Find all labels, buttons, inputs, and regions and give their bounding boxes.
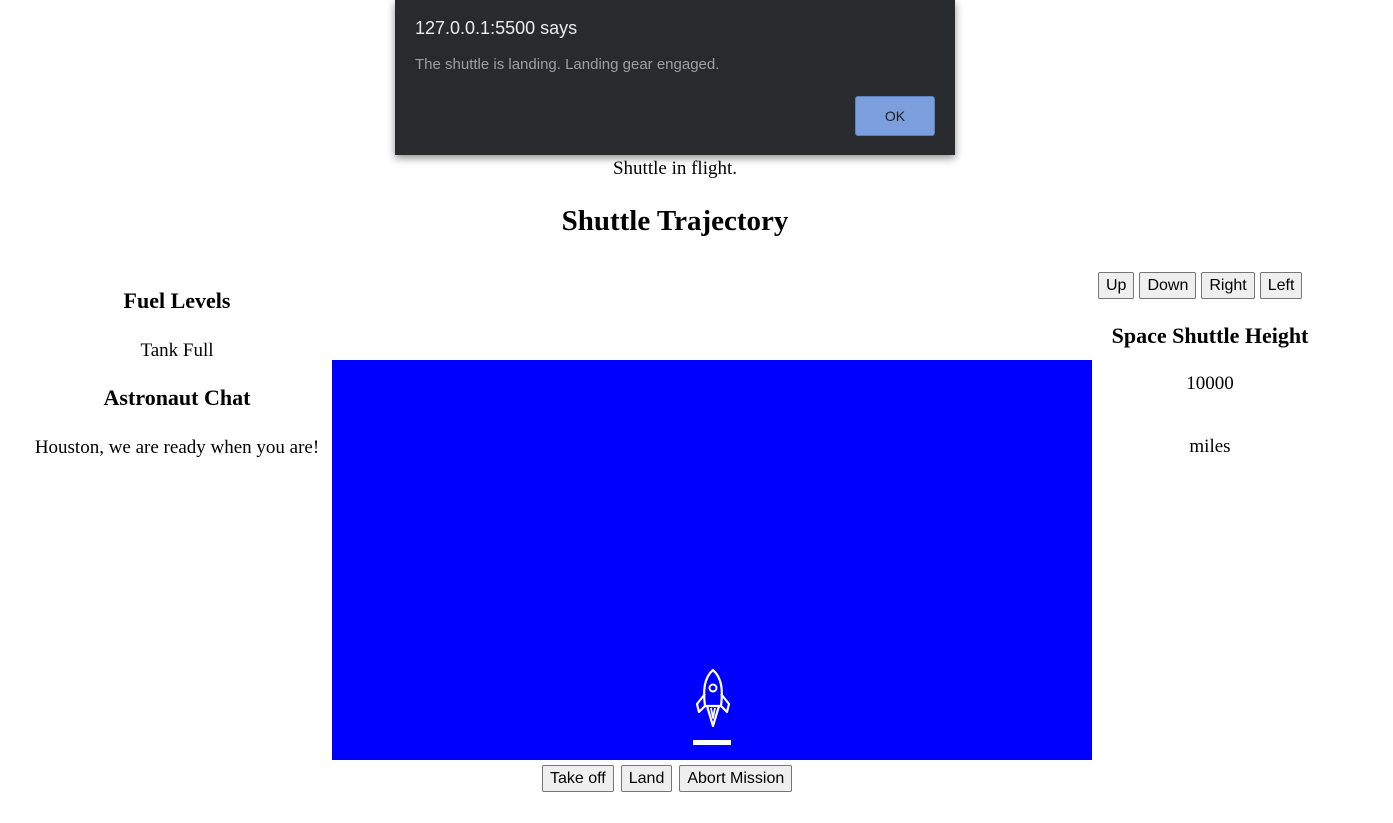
flight-status: Shuttle in flight. bbox=[612, 158, 738, 179]
rocket-icon bbox=[695, 668, 731, 728]
landing-pad bbox=[693, 740, 731, 745]
astronaut-chat-title: Astronaut Chat bbox=[103, 385, 251, 410]
take-off-button[interactable]: Take off bbox=[542, 765, 614, 792]
dialog-message: The shuttle is landing. Landing gear eng… bbox=[415, 56, 720, 73]
page: Shuttle in flight. Shuttle Trajectory Fu… bbox=[0, 0, 1393, 823]
dialog-ok-button[interactable]: OK bbox=[855, 96, 935, 136]
dialog-title: 127.0.0.1:5500 says bbox=[415, 18, 578, 38]
astronaut-chat-message: Houston, we are ready when you are! bbox=[34, 437, 320, 458]
direction-controls: Up Down Right Left bbox=[1097, 272, 1303, 299]
fuel-status: Tank Full bbox=[140, 340, 214, 361]
shuttle-height-value: 10000 bbox=[1186, 373, 1234, 394]
trajectory-title: Shuttle Trajectory bbox=[561, 205, 789, 237]
mission-controls: Take off Land Abort Mission bbox=[541, 765, 794, 792]
alert-dialog: 127.0.0.1:5500 says The shuttle is landi… bbox=[395, 0, 955, 155]
land-button[interactable]: Land bbox=[620, 765, 673, 792]
shuttle-background bbox=[332, 360, 1092, 760]
down-button[interactable]: Down bbox=[1139, 272, 1197, 299]
shuttle-height-title: Space Shuttle Height bbox=[1111, 323, 1309, 348]
shuttle-height-unit: miles bbox=[1189, 436, 1231, 457]
abort-mission-button[interactable]: Abort Mission bbox=[679, 765, 793, 792]
right-button[interactable]: Right bbox=[1201, 272, 1255, 299]
fuel-levels-title: Fuel Levels bbox=[123, 288, 231, 313]
left-button[interactable]: Left bbox=[1259, 272, 1303, 299]
up-button[interactable]: Up bbox=[1098, 272, 1135, 299]
